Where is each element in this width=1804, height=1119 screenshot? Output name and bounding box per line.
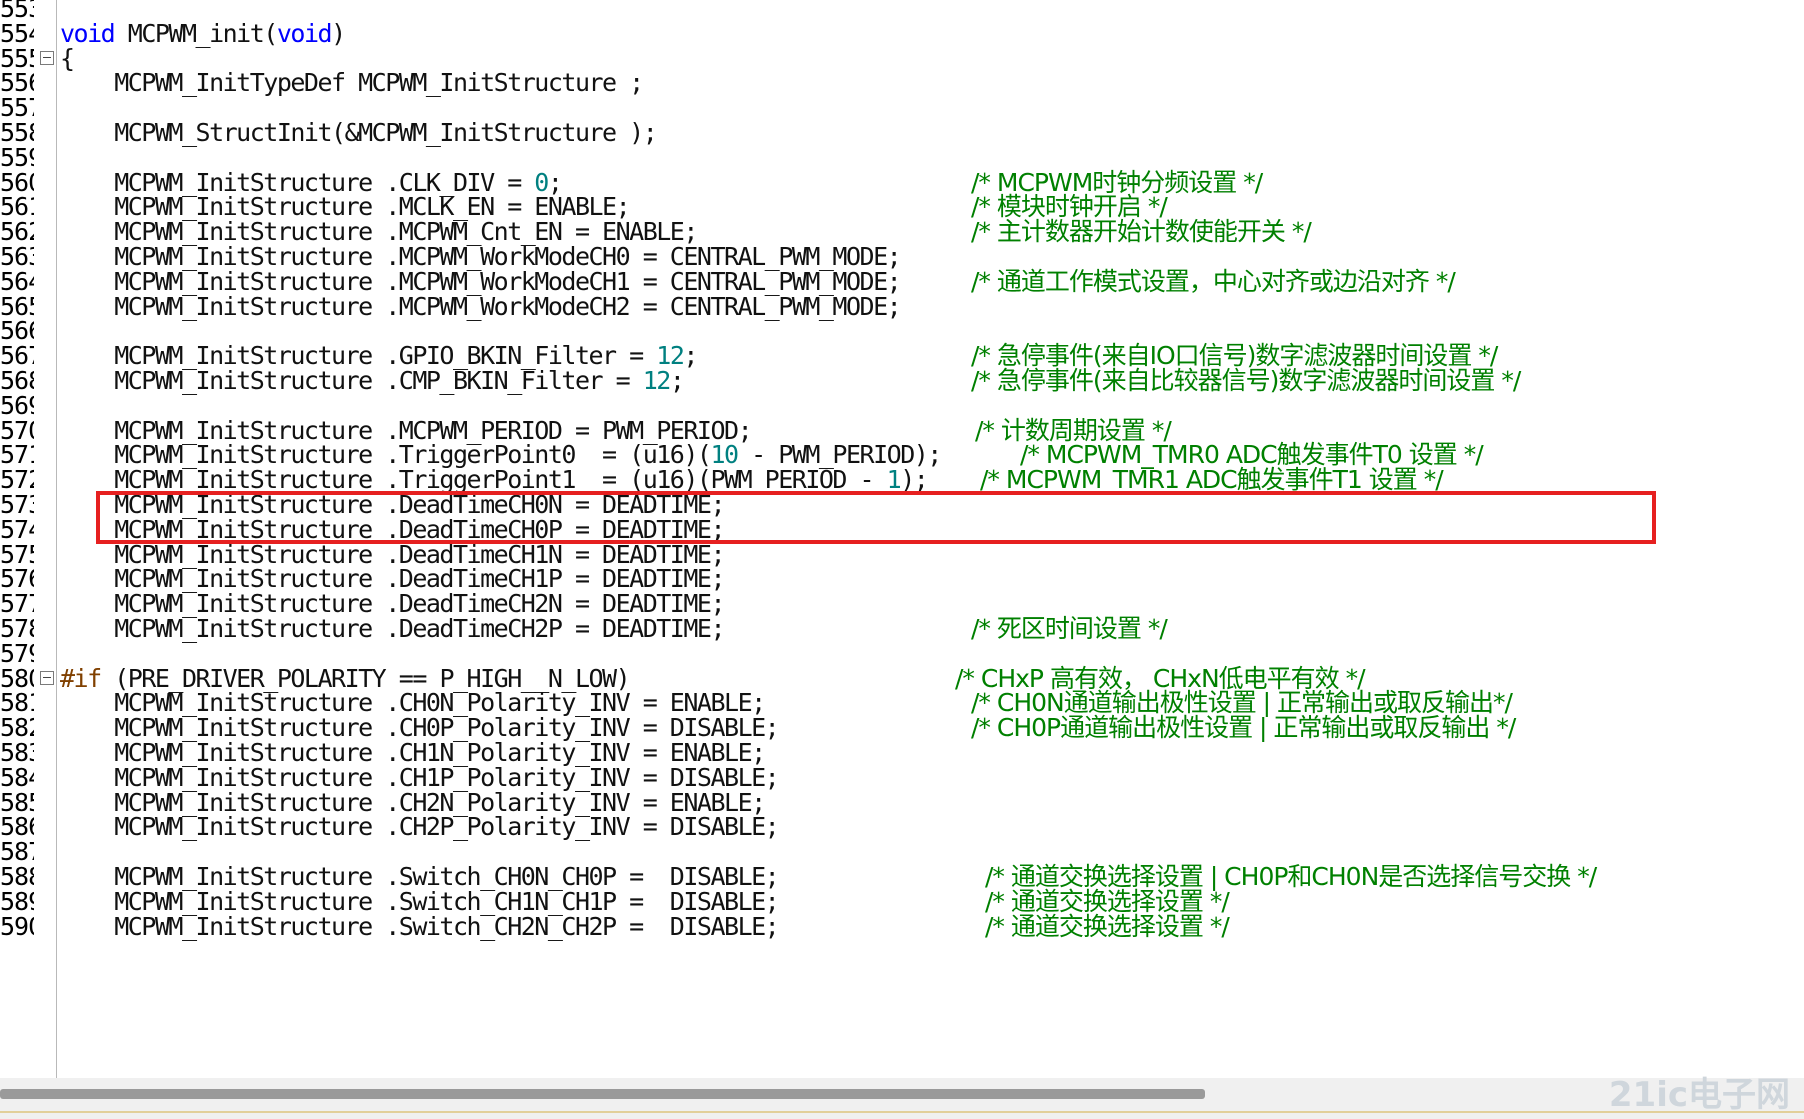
code-line[interactable]: 554 void MCPWM_init(void)	[0, 18, 1804, 48]
line-number: 555	[0, 44, 34, 73]
code-text: MCPWM_InitStructure .CMP_BKIN_Filter = 1…	[60, 366, 685, 395]
code-token: MCPWM_InitStructure .CMP_BKIN_Filter =	[60, 366, 643, 395]
line-number: 576	[0, 565, 34, 594]
line-number: 587	[0, 838, 34, 867]
fold-toggle-icon[interactable]	[40, 670, 54, 685]
line-number: 573	[0, 491, 34, 519]
code-token: MCPWM_InitStructure .Switch_CH2N_CH2P = …	[60, 911, 780, 941]
code-token: MCPWM_init(	[114, 18, 279, 48]
code-line[interactable]: 568 MCPWM_InitStructure .CMP_BKIN_Filter…	[0, 367, 1804, 395]
line-number: 562	[0, 218, 34, 247]
code-line[interactable]: 556 MCPWM_InitTypeDef MCPWM_InitStructur…	[0, 69, 1804, 97]
line-number: 558	[0, 119, 34, 147]
line-number: 589	[0, 887, 34, 916]
code-line[interactable]: 565 MCPWM_InitStructure .MCPWM_WorkModeC…	[0, 291, 1804, 321]
fold-toggle-icon[interactable]	[40, 50, 54, 65]
line-number: 585	[0, 788, 34, 817]
line-number: 560	[0, 168, 34, 197]
code-comment: /* 通道工作模式设置，中心对齐或边沿对齐 */	[971, 266, 1456, 296]
watermark-logo: 21ic电子网	[1608, 1075, 1790, 1115]
status-divider	[0, 1111, 1804, 1113]
line-number: 568	[0, 367, 34, 395]
line-number: 584	[0, 763, 34, 792]
code-text: MCPWM_InitStructure .Switch_CH2N_CH2P = …	[60, 911, 780, 941]
line-number: 577	[0, 590, 34, 619]
line-number: 557	[0, 94, 34, 123]
line-number: 566	[0, 317, 34, 346]
code-line[interactable]: 590 MCPWM_InitStructure .Switch_CH2N_CH2…	[0, 911, 1804, 941]
line-number: 581	[0, 689, 34, 718]
horizontal-scrollbar[interactable]	[0, 1078, 1804, 1119]
code-token: ;	[669, 366, 685, 395]
line-number: 590	[0, 912, 34, 941]
line-number: 556	[0, 69, 34, 98]
line-number: 559	[0, 143, 34, 172]
code-token: MCPWM_InitTypeDef MCPWM_InitStructure ;	[60, 68, 644, 98]
line-number: 567	[0, 342, 34, 371]
code-comment: /* 死区时间设置 */	[971, 614, 1168, 643]
line-number: 570	[0, 416, 34, 445]
line-number: 569	[0, 391, 34, 420]
line-number: 563	[0, 243, 34, 271]
code-text: MCPWM_InitTypeDef MCPWM_InitStructure ;	[60, 68, 644, 98]
code-token: );	[900, 465, 929, 495]
line-number: 574	[0, 515, 34, 544]
line-number: 575	[0, 540, 34, 569]
line-number: 582	[0, 714, 34, 743]
line-number: 561	[0, 193, 34, 222]
line-number: 554	[0, 19, 34, 48]
code-comment: /* CH0P通道输出极性设置 | 正常输出或取反输出 */	[971, 713, 1516, 743]
code-token: MCPWM_StructInit(&MCPWM_InitStructure );	[60, 118, 658, 147]
code-text: void MCPWM_init(void)	[60, 18, 346, 48]
code-token: MCPWM_InitStructure .DeadTimeCH2P = DEAD…	[60, 614, 725, 643]
line-number: 580	[0, 664, 34, 693]
line-number: 583	[0, 739, 34, 767]
line-number: 571	[0, 441, 34, 470]
code-text: MCPWM_InitStructure .DeadTimeCH2P = DEAD…	[60, 614, 725, 643]
scrollbar-thumb[interactable]	[0, 1089, 1205, 1099]
code-line[interactable]: 578 MCPWM_InitStructure .DeadTimeCH2P = …	[0, 615, 1804, 643]
code-text: MCPWM_InitStructure .MCPWM_WorkModeCH2 =…	[60, 291, 901, 321]
line-number: 579	[0, 639, 34, 668]
code-token: MCPWM_InitStructure .MCPWM_WorkModeCH2 =…	[60, 291, 901, 321]
line-number: 586	[0, 813, 34, 842]
number-token: 12	[642, 366, 672, 395]
line-number: 578	[0, 615, 34, 643]
code-token: ;	[683, 341, 698, 371]
number-token: 1	[886, 465, 902, 495]
line-number: 572	[0, 466, 34, 495]
code-line[interactable]: 558 MCPWM_StructInit(&MCPWM_InitStructur…	[0, 119, 1804, 147]
code-text: MCPWM_InitStructure .CH2P_Polarity_INV =…	[60, 812, 780, 842]
line-number: 564	[0, 267, 34, 296]
code-token: )	[331, 18, 346, 48]
code-comment: /* 主计数器开始计数使能开关 */	[971, 217, 1312, 247]
code-token: MCPWM_InitStructure .CH2P_Polarity_INV =…	[60, 812, 780, 842]
code-comment: /* 通道交换选择设置 */	[985, 911, 1230, 941]
code-text: MCPWM_StructInit(&MCPWM_InitStructure );	[60, 118, 658, 147]
line-number: 588	[0, 863, 34, 891]
keyword-token: void	[276, 18, 333, 48]
line-number: 565	[0, 292, 34, 321]
code-comment: /* 急停事件(来自比较器信号)数字滤波器时间设置 */	[971, 366, 1521, 395]
code-line[interactable]: 586 MCPWM_InitStructure .CH2P_Polarity_I…	[0, 813, 1804, 841]
code-editor[interactable]: 553554void MCPWM_init(void)555{556 MCPWM…	[0, 0, 1804, 1078]
code-comment: /* MCPWM_TMR1 ADC触发事件T1 设置 */	[980, 465, 1444, 495]
